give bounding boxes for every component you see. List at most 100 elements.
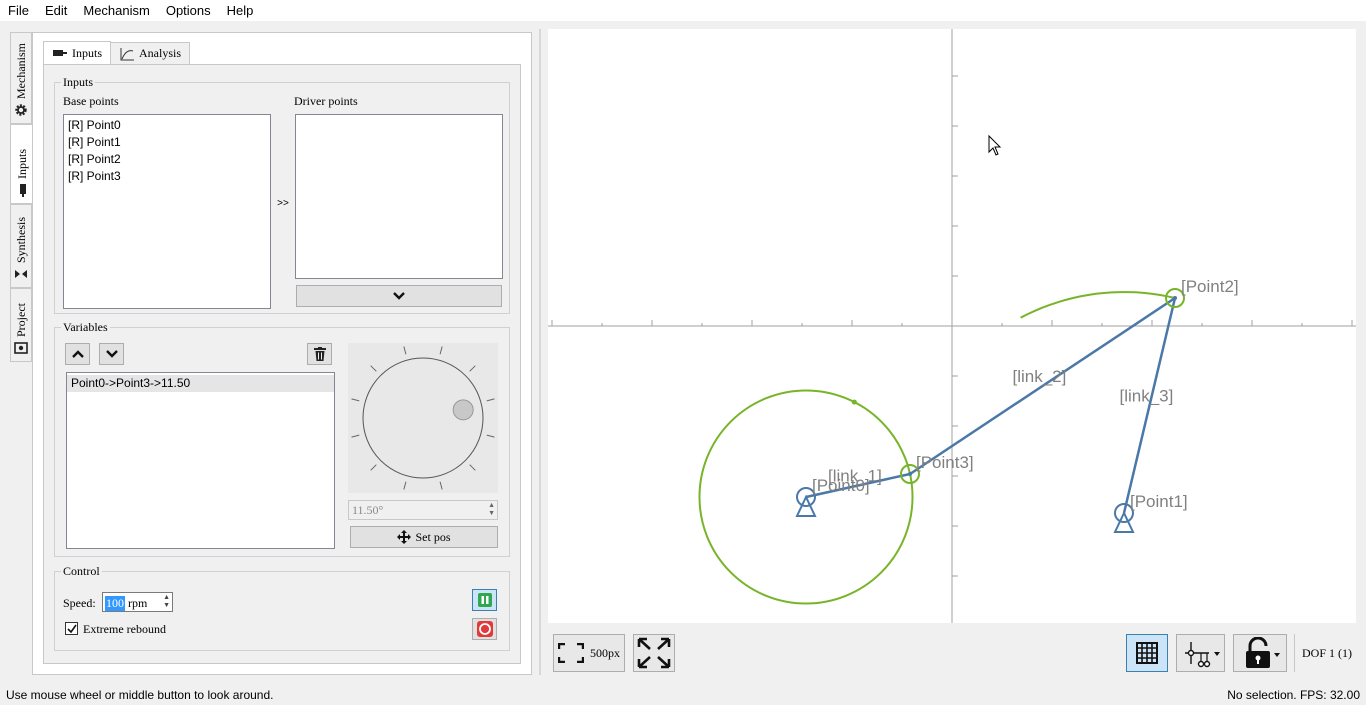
- fullscreen-button[interactable]: [633, 634, 675, 672]
- canvas-drawing: [link_1][link_2][link_3][Point0][Point1]…: [548, 29, 1356, 623]
- snap-options-button[interactable]: [1176, 634, 1225, 672]
- variables-group: Variables Point0->Point3->11.50 11.50° ▲…: [54, 320, 510, 557]
- driver-points-list[interactable]: [295, 114, 503, 279]
- side-tab-mechanism[interactable]: Mechanism: [10, 32, 32, 124]
- lock-button[interactable]: [1233, 634, 1287, 672]
- menu-mechanism[interactable]: Mechanism: [75, 0, 157, 21]
- set-pos-label: Set pos: [415, 529, 451, 544]
- move-up-button[interactable]: [65, 343, 90, 365]
- side-tab-bar: Mechanism Inputs Synthesis Project: [10, 32, 34, 362]
- spin-arrows-icon[interactable]: ▲ ▼: [163, 594, 170, 610]
- driver-dropdown-button[interactable]: [296, 285, 502, 307]
- synthesis-icon: [14, 267, 28, 281]
- variables-group-title: Variables: [61, 320, 110, 335]
- left-panel: Inputs Analysis Inputs Base points Drive…: [32, 32, 532, 675]
- expand-icon: [637, 637, 671, 669]
- variables-list[interactable]: Point0->Point3->11.50: [66, 372, 335, 549]
- status-fps: No selection. FPS: 32.00: [1227, 688, 1360, 702]
- pause-button[interactable]: [472, 589, 497, 611]
- fit-frame-icon: [558, 643, 584, 663]
- list-item[interactable]: [R] Point3: [64, 168, 270, 185]
- menu-bar: File Edit Mechanism Options Help: [0, 0, 1366, 21]
- extreme-rebound-checkbox[interactable]: [65, 622, 78, 635]
- inner-tab-bar: Inputs Analysis: [43, 41, 190, 64]
- speed-unit: rpm: [128, 596, 148, 610]
- speed-spinbox[interactable]: 100 rpm ▲ ▼: [102, 592, 173, 612]
- gear-icon: [14, 103, 28, 117]
- delete-variable-button[interactable]: [307, 343, 332, 365]
- chevron-up-icon: [71, 350, 84, 358]
- status-message: Use mouse wheel or middle button to look…: [6, 688, 274, 702]
- point-label: [Point3]: [916, 453, 974, 472]
- tab-inputs[interactable]: Inputs: [43, 41, 111, 64]
- menu-options[interactable]: Options: [158, 0, 219, 21]
- move-down-button[interactable]: [99, 343, 124, 365]
- zoom-level: 500px: [590, 645, 620, 660]
- add-driver-button[interactable]: >>: [274, 193, 292, 213]
- pause-icon: [477, 593, 492, 607]
- angle-value: 11.50°: [352, 503, 384, 517]
- inputs-group: Inputs Base points Driver points [R] Poi…: [54, 75, 510, 314]
- motor-icon: [53, 50, 67, 56]
- chart-fx-icon: [120, 47, 134, 60]
- list-item[interactable]: [R] Point2: [64, 151, 270, 168]
- inputs-page: Inputs Base points Driver points [R] Poi…: [43, 64, 521, 664]
- checkmark-icon: [66, 624, 77, 633]
- angle-dial[interactable]: [348, 343, 498, 493]
- dial-knob[interactable]: [452, 399, 474, 421]
- coordinate-axes: [548, 29, 1356, 623]
- mechanism-canvas[interactable]: [link_1] [link_2] [link_3] [Point0] [Point1]…: [548, 29, 1356, 623]
- inputs-group-title: Inputs: [61, 75, 95, 90]
- chevron-down-icon: [393, 292, 405, 300]
- menu-file[interactable]: File: [0, 0, 37, 21]
- grid-icon: [1136, 642, 1158, 664]
- cursor-icon: [988, 134, 1002, 156]
- driver-points-label: Driver points: [294, 94, 358, 108]
- point-paths: [698, 291, 1176, 605]
- spin-arrows-icon[interactable]: ▲ ▼: [488, 502, 495, 518]
- point-label: [Point2]: [1181, 277, 1239, 296]
- list-item[interactable]: Point0->Point3->11.50: [67, 375, 334, 392]
- side-tab-synthesis[interactable]: Synthesis: [10, 204, 32, 288]
- project-icon: [14, 341, 28, 355]
- control-group: Control Speed: 100 rpm ▲ ▼ Extreme reboun…: [54, 564, 510, 651]
- move-arrows-icon: [397, 530, 412, 544]
- side-tab-project[interactable]: Project: [10, 288, 32, 362]
- points-layer: [795, 288, 1185, 533]
- side-tab-synthesis-label: Synthesis: [13, 216, 28, 263]
- dof-label: DOF 1 (1): [1302, 646, 1352, 660]
- speed-label: Speed:: [63, 596, 96, 610]
- tab-analysis[interactable]: Analysis: [110, 42, 190, 64]
- stop-icon: [476, 621, 493, 637]
- list-item[interactable]: [R] Point0: [64, 117, 270, 134]
- angle-spinbox[interactable]: 11.50° ▲ ▼: [348, 500, 498, 520]
- point-label: [Point0]: [812, 476, 870, 495]
- status-bar: Use mouse wheel or middle button to look…: [0, 685, 1366, 705]
- base-points-label: Base points: [63, 94, 119, 108]
- grid-toggle-button[interactable]: [1126, 634, 1168, 672]
- side-tab-inputs[interactable]: Inputs: [10, 124, 34, 204]
- side-tab-project-label: Project: [13, 303, 28, 337]
- zoom-to-fit-button[interactable]: 500px: [553, 634, 625, 672]
- list-item[interactable]: [R] Point1: [64, 134, 270, 151]
- dial-face: [351, 346, 495, 490]
- set-pos-button[interactable]: Set pos: [350, 526, 498, 548]
- link-label: [link_2]: [1013, 367, 1067, 386]
- base-points-list[interactable]: [R] Point0 [R] Point1 [R] Point2 [R] Poi…: [63, 114, 271, 309]
- lock-icon: [1246, 637, 1280, 668]
- side-tab-mechanism-label: Mechanism: [13, 43, 28, 99]
- link-label: [link_3]: [1120, 387, 1174, 406]
- menu-edit[interactable]: Edit: [37, 0, 75, 21]
- motor-icon: [16, 183, 30, 197]
- link-line: [1122, 297, 1177, 514]
- menu-help[interactable]: Help: [219, 0, 262, 21]
- trash-icon: [313, 347, 326, 361]
- tab-inputs-label: Inputs: [72, 45, 102, 60]
- tab-analysis-label: Analysis: [139, 46, 181, 60]
- splitter-handle[interactable]: [539, 29, 541, 675]
- labels-layer: [link_1][link_2][link_3][Point0][Point1]…: [812, 277, 1239, 511]
- stop-button[interactable]: [472, 618, 497, 640]
- control-group-title: Control: [61, 564, 102, 579]
- path-marker: [851, 399, 857, 405]
- extreme-rebound-label: Extreme rebound: [83, 622, 166, 636]
